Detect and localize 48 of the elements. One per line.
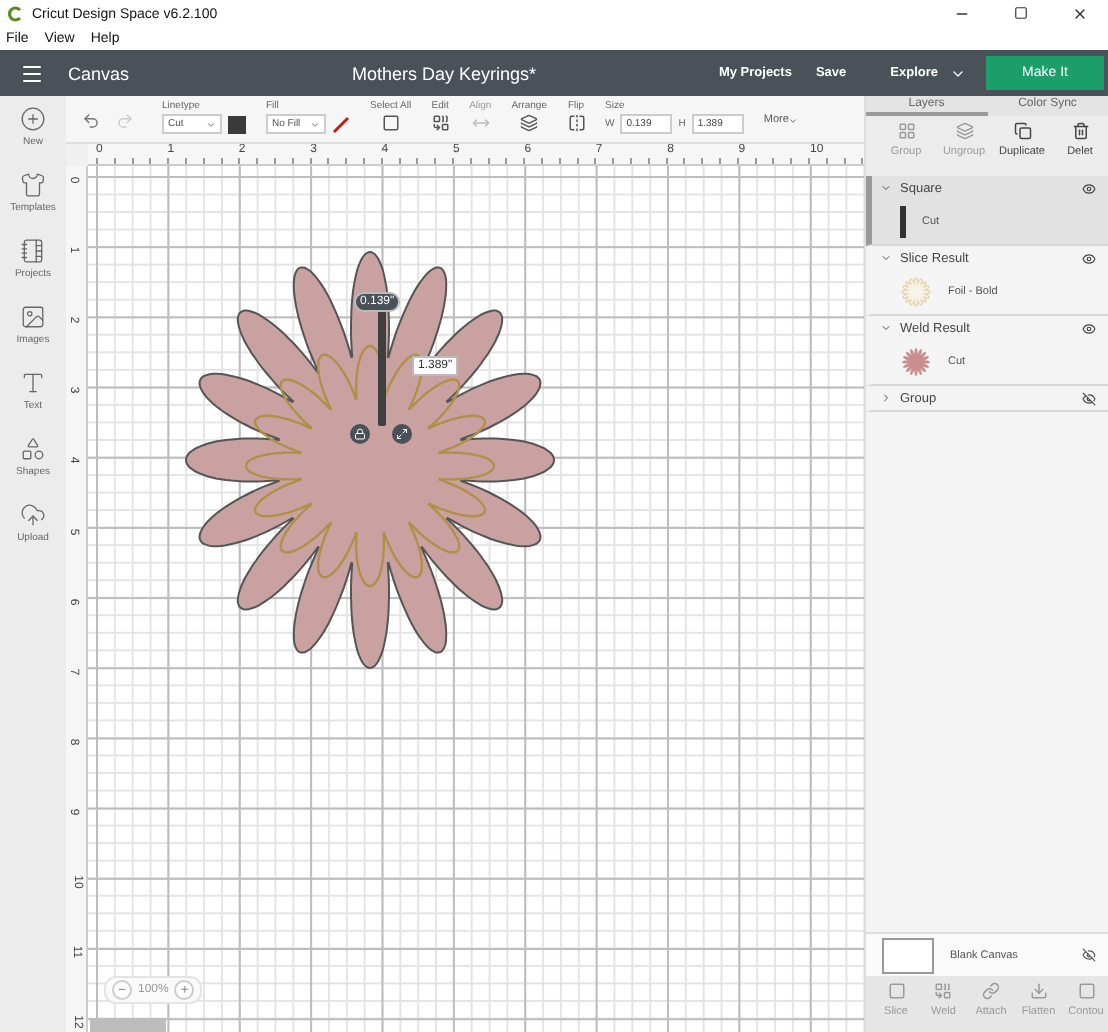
lock-icon bbox=[354, 428, 366, 440]
app-logo-icon bbox=[8, 6, 24, 22]
eye-icon[interactable] bbox=[1082, 251, 1096, 265]
line-thumbnail-icon bbox=[900, 206, 906, 238]
chevron-down-icon bbox=[206, 119, 216, 129]
group-icon bbox=[897, 122, 915, 140]
chevron-down-icon bbox=[310, 119, 320, 129]
arrange-button[interactable] bbox=[520, 114, 539, 132]
square-icon bbox=[887, 982, 905, 1000]
select-all-button[interactable] bbox=[381, 114, 400, 132]
flower-thumbnail-icon bbox=[900, 346, 932, 378]
flower-outline-thumbnail-icon bbox=[900, 276, 932, 308]
page-title: Canvas bbox=[68, 63, 132, 83]
layers-icon bbox=[955, 122, 973, 140]
duplicate-icon bbox=[1013, 122, 1031, 140]
flip-button[interactable] bbox=[567, 114, 585, 132]
delete-icon bbox=[1071, 122, 1089, 140]
shapes-icon bbox=[20, 436, 46, 462]
combine-icon bbox=[934, 982, 953, 1000]
blank-canvas-thumbnail[interactable] bbox=[882, 937, 934, 973]
combine-icon bbox=[431, 114, 450, 132]
chevron-down-icon bbox=[788, 115, 799, 125]
plus-circle-icon bbox=[20, 106, 46, 132]
no-fill-icon[interactable] bbox=[332, 115, 350, 133]
color-swatch[interactable] bbox=[228, 115, 246, 133]
arrows-icon bbox=[471, 114, 490, 132]
download-icon bbox=[1029, 982, 1048, 1000]
project-title: Mothers Day Keyrings* bbox=[350, 63, 539, 83]
eye-off-icon[interactable] bbox=[1082, 948, 1096, 962]
eye-icon[interactable] bbox=[1082, 181, 1096, 195]
image-icon bbox=[20, 304, 46, 330]
menu-icon[interactable] bbox=[20, 61, 44, 85]
layers-icon bbox=[520, 114, 539, 132]
maximize-icon[interactable] bbox=[1014, 6, 1028, 20]
eye-icon[interactable] bbox=[1082, 321, 1096, 335]
cloud-upload-icon bbox=[20, 502, 46, 528]
square-icon bbox=[1077, 982, 1095, 1000]
text-icon bbox=[20, 370, 46, 396]
undo-icon[interactable] bbox=[82, 112, 100, 130]
square-icon bbox=[381, 114, 400, 132]
shirt-icon bbox=[20, 172, 46, 198]
link-icon bbox=[982, 982, 1000, 1000]
scrollbar-thumb[interactable] bbox=[90, 1018, 166, 1032]
close-icon[interactable] bbox=[1072, 6, 1088, 22]
notebook-icon bbox=[20, 238, 46, 264]
flip-icon bbox=[567, 114, 585, 132]
edit-button[interactable] bbox=[431, 114, 450, 132]
eye-off-icon[interactable] bbox=[1082, 391, 1096, 405]
